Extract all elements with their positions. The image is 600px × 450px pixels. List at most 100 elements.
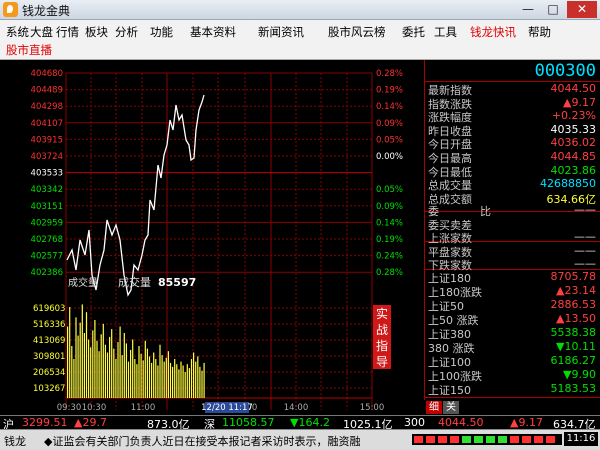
minimize-button[interactable]: — bbox=[516, 1, 540, 18]
index-value: 5183.53 bbox=[550, 382, 597, 395]
menu-item-2[interactable]: 行情 bbox=[56, 24, 79, 40]
volume-bar bbox=[172, 366, 174, 398]
index-value: 5538.38 bbox=[550, 326, 597, 339]
volume-bar bbox=[119, 326, 121, 398]
volume-bar bbox=[111, 329, 113, 398]
breadth-value: —— bbox=[574, 203, 596, 216]
quote-value: 4023.86 bbox=[550, 163, 597, 177]
volume-bar bbox=[165, 357, 167, 398]
market-strength-bars bbox=[412, 434, 562, 445]
menu-item-4[interactable]: 分析 bbox=[115, 24, 138, 40]
strength-bar bbox=[534, 436, 543, 443]
price-tick-label: 402959 bbox=[31, 218, 63, 228]
volume-bar bbox=[180, 361, 182, 398]
volume-bar bbox=[69, 307, 71, 398]
side-button-char: 指 bbox=[375, 339, 388, 353]
index-value: ▲23.14 bbox=[556, 284, 596, 297]
menu-item-8[interactable]: 股市风云榜 bbox=[328, 24, 386, 40]
price-tick-label: 403342 bbox=[31, 185, 63, 195]
menu-item-0[interactable]: 系统 bbox=[6, 24, 29, 40]
volume-bar bbox=[73, 359, 75, 398]
volume-bar bbox=[79, 322, 81, 398]
volume-tick-label: 206534 bbox=[33, 368, 65, 378]
menu-item-6[interactable]: 基本资料 bbox=[190, 24, 236, 40]
volume-bar bbox=[167, 351, 169, 398]
maximize-button[interactable]: □ bbox=[541, 1, 565, 18]
volume-bar bbox=[71, 346, 73, 398]
time-highlight: 12/20 11:17 bbox=[201, 403, 253, 413]
sz-index-change: ▼164.2 bbox=[290, 416, 330, 429]
volume-bar bbox=[157, 365, 159, 398]
menu-item-10[interactable]: 工具 bbox=[434, 24, 457, 40]
volume-bar bbox=[174, 359, 176, 398]
volume-label-left: 成交量 bbox=[68, 276, 98, 289]
stock-code: 000300 bbox=[534, 61, 596, 81]
intraday-chart[interactable]: 404680 404489 404298 404107 403915 403724 4035… bbox=[0, 60, 424, 415]
price-tick-label: 403915 bbox=[31, 135, 63, 145]
volume-bar bbox=[67, 326, 69, 398]
pct-tick-label: 0.09% bbox=[376, 119, 403, 129]
index-label: 上证150 bbox=[428, 384, 471, 397]
pct-tick-label: 0.14% bbox=[376, 102, 403, 112]
menu-item-live[interactable]: 股市直播 bbox=[6, 42, 52, 58]
quote-value: 42688850 bbox=[540, 177, 596, 191]
time-tick-label: 14:00 bbox=[284, 403, 309, 413]
index-value: ▲13.50 bbox=[556, 312, 596, 325]
quote-panel: 000300 最新指数 4044.50 指数涨跌 ▲9.17 涨跌幅度 +0.23% 昨日收… bbox=[424, 60, 600, 400]
price-tick-label: 403533 bbox=[31, 169, 63, 179]
volume-tick-label: 516336 bbox=[33, 320, 65, 330]
quote-value: ▲9.17 bbox=[563, 95, 596, 109]
panel-tab-0[interactable]: 细 bbox=[426, 401, 442, 414]
menu-item-3[interactable]: 板块 bbox=[85, 24, 108, 40]
index-value: ▼10.11 bbox=[556, 340, 596, 353]
volume-tick-label: 103267 bbox=[33, 384, 65, 394]
volume-tick-label: 413069 bbox=[33, 336, 65, 346]
volume-bar bbox=[142, 360, 144, 398]
menu-item-7[interactable]: 新闻资讯 bbox=[258, 24, 304, 40]
close-button[interactable]: ✕ bbox=[567, 1, 597, 18]
price-tick-label: 402768 bbox=[31, 235, 63, 245]
price-tick-label: 402577 bbox=[31, 252, 63, 262]
news-ticker[interactable]: ◆证监会有关部门负责人近日在接受本报记者采访时表示，融资融 bbox=[44, 433, 410, 449]
volume-bar bbox=[203, 362, 205, 398]
strategy-guide-button[interactable]: 实战指导 bbox=[373, 305, 391, 369]
volume-bar bbox=[134, 359, 136, 398]
menu-item-1[interactable]: 大盘 bbox=[30, 24, 53, 40]
menu-bar: 系统 大盘 行情 板块 分析 功能 基本资料 新闻资讯 股市风云榜 委托 工具 钱龙快讯 帮助股市直播 bbox=[0, 20, 600, 60]
panel-tab-1[interactable]: 关 bbox=[443, 401, 459, 414]
pct-tick-label: 0.00% bbox=[376, 152, 403, 162]
price-tick-label: 404489 bbox=[31, 86, 63, 96]
menu-item-11[interactable]: 钱龙快讯 bbox=[470, 24, 516, 40]
volume-bar bbox=[148, 356, 151, 398]
index-value: ▼9.90 bbox=[563, 368, 596, 381]
volume-tick-label: 309801 bbox=[33, 352, 65, 362]
quote-value: 4044.85 bbox=[550, 150, 597, 163]
strength-bar bbox=[450, 436, 459, 443]
volume-bar bbox=[199, 366, 201, 398]
pct-tick-label: 0.24% bbox=[376, 252, 403, 262]
breadth-value: —— bbox=[574, 257, 596, 270]
volume-bar bbox=[90, 347, 92, 398]
volume-bar bbox=[188, 368, 190, 398]
strength-bar bbox=[486, 436, 495, 443]
volume-value: 85597 bbox=[158, 276, 196, 289]
volume-bar bbox=[104, 344, 106, 398]
volume-bar bbox=[190, 359, 193, 398]
news-ticker-bar: 钱龙 ◆证监会有关部门负责人近日在接受本报记者采访时表示，融资融 11:16 bbox=[0, 429, 600, 450]
strength-bar bbox=[426, 436, 435, 443]
menu-item-12[interactable]: 帮助 bbox=[528, 24, 551, 40]
strength-bar bbox=[462, 436, 471, 443]
menu-item-9[interactable]: 委托 bbox=[402, 24, 425, 40]
volume-bar bbox=[88, 339, 90, 398]
volume-bar bbox=[186, 364, 188, 398]
volume-bar bbox=[96, 340, 98, 398]
price-tick-label: 404298 bbox=[31, 102, 63, 112]
menu-item-5[interactable]: 功能 bbox=[150, 24, 173, 40]
volume-bar bbox=[102, 323, 104, 398]
title-bar: 钱龙金典 — □ ✕ bbox=[0, 0, 600, 20]
time-tick-label: 10:30 bbox=[82, 403, 107, 413]
sh-index-value: 3299.51 bbox=[22, 416, 68, 429]
volume-bar bbox=[94, 320, 96, 398]
volume-bar bbox=[130, 349, 132, 398]
volume-bar bbox=[109, 336, 111, 398]
